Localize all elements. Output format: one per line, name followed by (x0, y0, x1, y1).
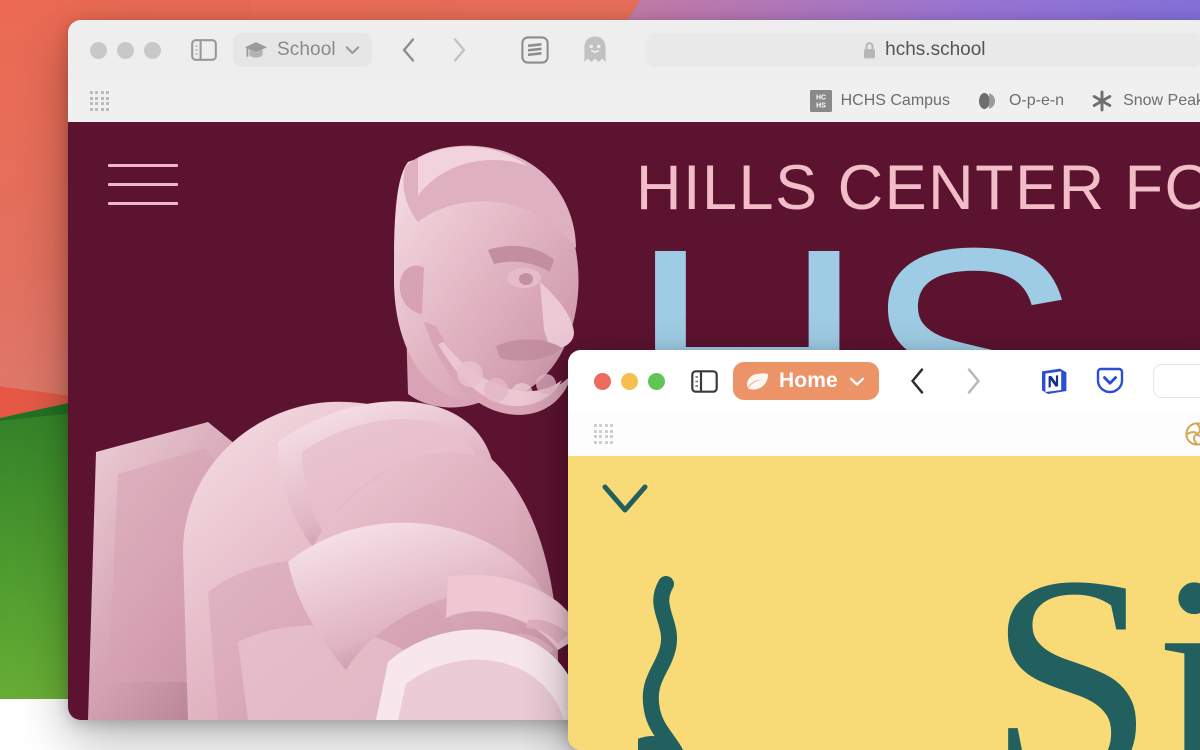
space-name-label: School (277, 39, 336, 60)
window1-bookmarks-bar: HC HS HCHS Campus O-p-e-n Snow Peak (68, 80, 1200, 122)
window2-traffic-lights (594, 372, 665, 390)
bookmark-open[interactable]: O-p-e-n (976, 90, 1064, 112)
page-big-text: Si (987, 514, 1200, 750)
chevron-down-icon[interactable] (345, 45, 360, 55)
space-name-label: Home (779, 369, 838, 392)
bookmark-hchs-campus[interactable]: HC HS HCHS Campus (809, 90, 950, 112)
asterisk-icon (1090, 89, 1114, 113)
home-webpage: Si (568, 456, 1200, 750)
back-button[interactable] (394, 35, 424, 65)
close-button[interactable] (594, 372, 611, 390)
bookmark-label: HCHS Campus (840, 92, 950, 109)
app-grid-icon[interactable] (594, 424, 614, 444)
window1-toolbar: School hchs.school (68, 20, 1200, 80)
address-bar-text: hchs.school (885, 39, 986, 60)
ghost-icon[interactable] (580, 35, 610, 65)
back-button[interactable] (903, 366, 933, 396)
window1-traffic-lights (90, 41, 161, 59)
openai-swirl-icon[interactable] (1182, 419, 1200, 449)
zoom-button[interactable] (648, 372, 665, 390)
bookmark-label: O-p-e-n (1008, 92, 1065, 109)
minimize-button[interactable] (621, 372, 638, 390)
space-switcher-school[interactable]: School (233, 33, 372, 67)
forward-button[interactable] (444, 35, 474, 65)
reading-list-icon[interactable] (520, 35, 550, 65)
zoom-button[interactable] (144, 41, 161, 59)
close-button[interactable] (90, 41, 107, 59)
address-bar[interactable]: hchs.school (645, 33, 1200, 67)
minimize-button[interactable] (117, 41, 134, 59)
space-switcher-home[interactable]: Home (733, 362, 879, 400)
svg-text:HC: HC (816, 95, 826, 102)
notion-icon[interactable] (1037, 364, 1071, 398)
sidebar-toggle-icon[interactable] (189, 35, 219, 65)
open-pill-icon (976, 90, 1000, 112)
leaf-icon (745, 371, 770, 392)
address-bar[interactable] (1152, 364, 1200, 398)
chevron-down-icon[interactable] (849, 376, 865, 387)
teal-squiggle-ornament (638, 576, 684, 750)
graduation-cap-icon (244, 40, 268, 60)
forward-button[interactable] (959, 366, 989, 396)
plato-statue-photo (88, 145, 581, 720)
bookmark-label: Snow Peak (1123, 92, 1200, 109)
hchs-square-icon: HC HS (809, 90, 832, 112)
lock-icon (862, 41, 877, 60)
bookmark-snow-peak[interactable]: Snow Peak (1090, 89, 1200, 113)
window2-nav-arrows (903, 366, 989, 396)
sidebar-toggle-icon[interactable] (689, 366, 719, 396)
pocket-icon[interactable] (1093, 364, 1127, 398)
window1-nav-arrows (394, 35, 474, 65)
window2-toolbar: Home (568, 350, 1200, 412)
svg-text:HS: HS (816, 103, 826, 110)
browser-window-home[interactable]: Home Si (568, 350, 1200, 750)
window2-bookmarks-bar (568, 412, 1200, 456)
app-grid-icon[interactable] (90, 91, 110, 111)
chevron-down-icon[interactable] (601, 482, 649, 521)
